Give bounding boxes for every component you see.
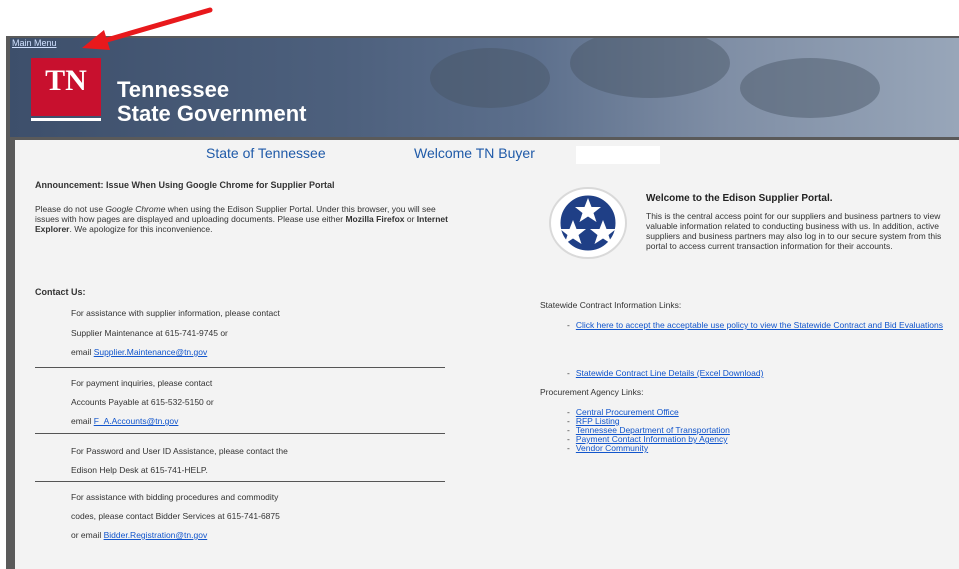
statewide-contract-item: - Click here to accept the acceptable use… xyxy=(567,320,957,330)
red-arrow-icon xyxy=(82,7,213,50)
announcement-text: or xyxy=(404,214,417,224)
payment-line2: Accounts Payable at 615-532-5150 or xyxy=(71,397,214,407)
password-line2: Edison Help Desk at 615-741-HELP. xyxy=(71,465,208,475)
brand-line1: Tennessee xyxy=(117,77,230,102)
welcome-user-heading: Welcome TN Buyer xyxy=(414,145,535,161)
divider xyxy=(35,481,445,482)
portal-welcome-title: Welcome to the Edison Supplier Portal. xyxy=(646,193,833,204)
acceptable-use-policy-link[interactable]: Click here to accept the acceptable use … xyxy=(576,320,943,330)
statewide-line-details-item: - Statewide Contract Line Details (Excel … xyxy=(567,368,763,378)
password-line1: For Password and User ID Assistance, ple… xyxy=(71,446,288,456)
announcement-title: Announcement: Issue When Using Google Ch… xyxy=(35,180,335,190)
email-label: email xyxy=(71,416,94,426)
vendor-community-link[interactable]: Vendor Community xyxy=(576,443,648,453)
procurement-link-item: - Vendor Community xyxy=(567,443,648,453)
bid-line1: For assistance with bidding procedures a… xyxy=(71,492,279,502)
brand-line2: State Government xyxy=(117,101,307,126)
supplier-info-line2: Supplier Maintenance at 615-741-9745 or xyxy=(71,328,228,338)
announcement-text: Please do not use xyxy=(35,204,106,214)
user-name-box xyxy=(576,146,660,164)
bidder-email-link[interactable]: Bidder.Registration@tn.gov xyxy=(104,530,208,540)
chrome-name: Google Chrome xyxy=(105,204,166,214)
portal-welcome-body: This is the central access point for our… xyxy=(646,211,942,251)
divider xyxy=(35,433,445,434)
payment-line3: email F_A.Accounts@tn.gov xyxy=(71,416,178,426)
logo-underline xyxy=(31,118,101,121)
tn-logo: TN xyxy=(31,58,101,116)
announcement-text: . We apologize for this inconvenience. xyxy=(69,224,213,234)
procurement-links-title: Procurement Agency Links: xyxy=(540,387,644,397)
line-details-download-link[interactable]: Statewide Contract Line Details (Excel D… xyxy=(576,368,764,378)
payment-line1: For payment inquiries, please contact xyxy=(71,378,213,388)
bid-line3: or email Bidder.Registration@tn.gov xyxy=(71,530,207,540)
main-menu-link[interactable]: Main Menu xyxy=(12,38,57,48)
bullet: - xyxy=(567,320,570,330)
announcement-body: Please do not use Google Chrome when usi… xyxy=(35,204,455,234)
supplier-email-link[interactable]: Supplier.Maintenance@tn.gov xyxy=(94,347,208,357)
supplier-info-line1: For assistance with supplier information… xyxy=(71,308,280,318)
email-label: email xyxy=(71,347,94,357)
divider xyxy=(35,367,445,368)
firefox-name: Mozilla Firefox xyxy=(345,214,405,224)
statewide-links-title: Statewide Contract Information Links: xyxy=(540,300,682,310)
bullet: - xyxy=(567,443,570,453)
contact-us-title: Contact Us: xyxy=(35,287,86,297)
email-label: or email xyxy=(71,530,104,540)
state-heading: State of Tennessee xyxy=(206,145,326,161)
payment-email-link[interactable]: F_A.Accounts@tn.gov xyxy=(94,416,179,426)
supplier-info-line3: email Supplier.Maintenance@tn.gov xyxy=(71,347,207,357)
brand-title: Tennessee State Government xyxy=(117,78,307,126)
bullet: - xyxy=(567,368,570,378)
tri-star-logo-icon xyxy=(549,187,627,259)
bid-line2: codes, please contact Bidder Services at… xyxy=(71,511,280,521)
